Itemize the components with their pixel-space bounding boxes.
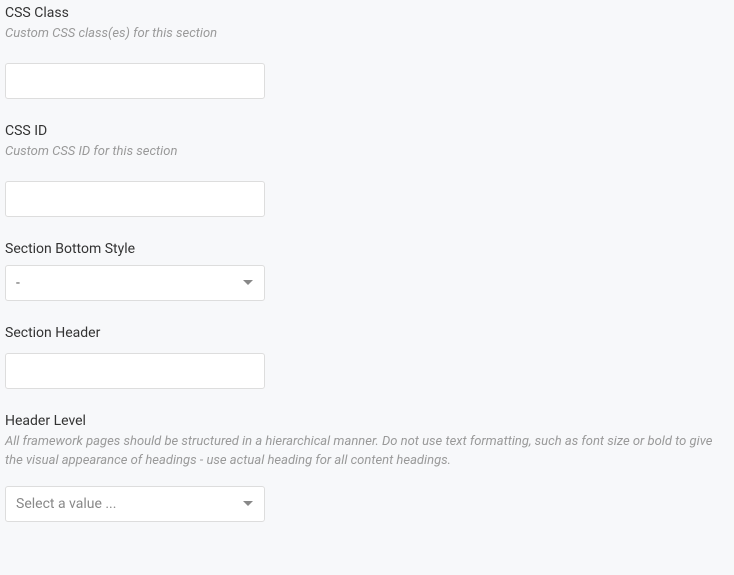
section-bottom-style-select[interactable]: - bbox=[5, 265, 265, 301]
css-class-label: CSS Class bbox=[5, 5, 729, 21]
css-class-hint: Custom CSS class(es) for this section bbox=[5, 25, 729, 43]
section-bottom-style-label: Section Bottom Style bbox=[5, 241, 729, 257]
css-id-group: CSS ID Custom CSS ID for this section bbox=[5, 123, 729, 217]
css-id-label: CSS ID bbox=[5, 123, 729, 139]
css-id-input[interactable] bbox=[5, 181, 265, 217]
section-bottom-style-value: - bbox=[16, 275, 20, 291]
section-header-label: Section Header bbox=[5, 325, 729, 341]
header-level-group: Header Level All framework pages should … bbox=[5, 413, 729, 521]
header-level-placeholder: Select a value ... bbox=[16, 496, 116, 512]
css-class-input[interactable] bbox=[5, 63, 265, 99]
section-header-input[interactable] bbox=[5, 353, 265, 389]
header-level-label: Header Level bbox=[5, 413, 729, 429]
section-header-group: Section Header bbox=[5, 325, 729, 389]
css-id-hint: Custom CSS ID for this section bbox=[5, 143, 729, 161]
section-bottom-style-group: Section Bottom Style - bbox=[5, 241, 729, 301]
header-level-hint: All framework pages should be structured… bbox=[5, 433, 729, 469]
css-class-group: CSS Class Custom CSS class(es) for this … bbox=[5, 5, 729, 99]
header-level-select[interactable]: Select a value ... bbox=[5, 486, 265, 522]
